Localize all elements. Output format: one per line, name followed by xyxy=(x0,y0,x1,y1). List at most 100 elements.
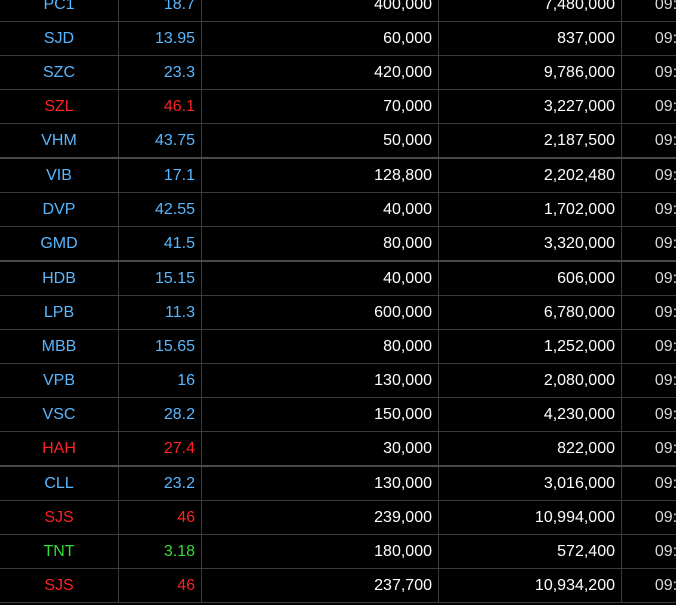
trade-time: 09:19:27 xyxy=(621,431,676,467)
trade-price: 42.55 xyxy=(118,192,202,227)
trade-price: 23.2 xyxy=(118,466,202,501)
table-row[interactable]: CLL23.2130,0003,016,00009:19:37 xyxy=(0,466,676,501)
trade-time: 09:18:33 xyxy=(621,329,676,364)
trade-value: 3,320,000 xyxy=(438,226,622,262)
stock-code: SJS xyxy=(0,500,119,535)
table-row[interactable]: VSC28.2150,0004,230,00009:19:00 xyxy=(0,397,676,432)
stock-code: SJD xyxy=(0,21,119,56)
trade-price: 23.3 xyxy=(118,55,202,90)
stock-code: HAH xyxy=(0,431,119,467)
table-row[interactable]: HAH27.430,000822,00009:19:27 xyxy=(0,431,676,467)
table-row[interactable]: VIB17.1128,8002,202,48009:14:24 xyxy=(0,158,676,193)
stock-code: SZL xyxy=(0,89,119,124)
trade-time: 09:04:43 xyxy=(621,0,676,22)
trade-price: 18.7 xyxy=(118,0,202,22)
trade-value: 2,202,480 xyxy=(438,158,622,193)
trade-price: 43.75 xyxy=(118,123,202,159)
stock-code: LPB xyxy=(0,295,119,330)
table-row[interactable]: TNT3.18180,000572,40009:32:40 xyxy=(0,534,676,569)
trade-value: 822,000 xyxy=(438,431,622,467)
stock-code: VPB xyxy=(0,363,119,398)
trade-value: 3,227,000 xyxy=(438,89,622,124)
trade-volume: 400,000 xyxy=(201,0,439,22)
trade-volume: 50,000 xyxy=(201,123,439,159)
trade-time: 09:08:09 xyxy=(621,123,676,159)
stock-code: VSC xyxy=(0,397,119,432)
trade-time: 09:33:08 xyxy=(621,568,676,603)
trade-price: 46.1 xyxy=(118,89,202,124)
table-row[interactable]: MBB15.6580,0001,252,00009:18:33 xyxy=(0,329,676,364)
trade-time: 09:19:00 xyxy=(621,397,676,432)
trade-value: 1,252,000 xyxy=(438,329,622,364)
trade-time: 09:32:13 xyxy=(621,500,676,535)
table-row[interactable]: SZC23.3420,0009,786,00009:06:04 xyxy=(0,55,676,90)
trade-volume: 30,000 xyxy=(201,431,439,467)
trade-volume: 180,000 xyxy=(201,534,439,569)
trade-price: 46 xyxy=(118,500,202,535)
trade-time: 09:32:40 xyxy=(621,534,676,569)
table-row[interactable]: VPB16130,0002,080,00009:18:43 xyxy=(0,363,676,398)
trade-log-grid: PC118.7400,0007,480,00009:04:43SJD13.956… xyxy=(0,0,676,605)
table-row[interactable]: VHM43.7550,0002,187,50009:08:09 xyxy=(0,123,676,159)
trade-time: 09:17:39 xyxy=(621,226,676,262)
trade-value: 3,016,000 xyxy=(438,466,622,501)
stock-code: SZC xyxy=(0,55,119,90)
table-row[interactable]: HDB15.1540,000606,00009:18:03 xyxy=(0,261,676,296)
trade-price: 28.2 xyxy=(118,397,202,432)
trade-price: 46 xyxy=(118,568,202,603)
stock-code: VIB xyxy=(0,158,119,193)
trade-time: 09:19:37 xyxy=(621,466,676,501)
table-row[interactable]: SJD13.9560,000837,00009:05:15 xyxy=(0,21,676,56)
table-row[interactable]: SJS46239,00010,994,00009:32:13 xyxy=(0,500,676,535)
trade-price: 41.5 xyxy=(118,226,202,262)
trade-price: 11.3 xyxy=(118,295,202,330)
trade-volume: 80,000 xyxy=(201,226,439,262)
table-row[interactable]: SZL46.170,0003,227,00009:07:39 xyxy=(0,89,676,124)
table-row[interactable]: PC118.7400,0007,480,00009:04:43 xyxy=(0,0,676,22)
trade-volume: 130,000 xyxy=(201,466,439,501)
stock-code: VHM xyxy=(0,123,119,159)
trade-log-rows: PC118.7400,0007,480,00009:04:43SJD13.956… xyxy=(0,0,676,603)
trade-volume: 600,000 xyxy=(201,295,439,330)
trade-price: 15.65 xyxy=(118,329,202,364)
trade-value: 4,230,000 xyxy=(438,397,622,432)
trade-value: 7,480,000 xyxy=(438,0,622,22)
trade-volume: 40,000 xyxy=(201,192,439,227)
trade-volume: 40,000 xyxy=(201,261,439,296)
trade-volume: 420,000 xyxy=(201,55,439,90)
trade-time: 09:06:04 xyxy=(621,55,676,90)
table-row[interactable]: LPB11.3600,0006,780,00009:18:17 xyxy=(0,295,676,330)
trade-time: 09:18:17 xyxy=(621,295,676,330)
trade-volume: 239,000 xyxy=(201,500,439,535)
trade-value: 572,400 xyxy=(438,534,622,569)
trade-log-table: PC118.7400,0007,480,00009:04:43SJD13.956… xyxy=(0,0,676,603)
table-row[interactable]: DVP42.5540,0001,702,00009:17:00 xyxy=(0,192,676,227)
stock-code: PC1 xyxy=(0,0,119,22)
trade-value: 1,702,000 xyxy=(438,192,622,227)
trade-value: 10,994,000 xyxy=(438,500,622,535)
trade-price: 17.1 xyxy=(118,158,202,193)
trade-time: 09:05:15 xyxy=(621,21,676,56)
trade-volume: 237,700 xyxy=(201,568,439,603)
trade-time: 09:14:24 xyxy=(621,158,676,193)
trade-time: 09:07:39 xyxy=(621,89,676,124)
table-row[interactable]: GMD41.580,0003,320,00009:17:39 xyxy=(0,226,676,262)
trade-value: 2,187,500 xyxy=(438,123,622,159)
trade-value: 9,786,000 xyxy=(438,55,622,90)
trade-price: 13.95 xyxy=(118,21,202,56)
stock-code: MBB xyxy=(0,329,119,364)
trade-value: 606,000 xyxy=(438,261,622,296)
trade-price: 3.18 xyxy=(118,534,202,569)
trade-volume: 128,800 xyxy=(201,158,439,193)
table-row[interactable]: SJS46237,70010,934,20009:33:08 xyxy=(0,568,676,603)
stock-code: CLL xyxy=(0,466,119,501)
stock-code: DVP xyxy=(0,192,119,227)
trade-volume: 150,000 xyxy=(201,397,439,432)
trade-value: 10,934,200 xyxy=(438,568,622,603)
stock-code: GMD xyxy=(0,226,119,262)
trade-volume: 60,000 xyxy=(201,21,439,56)
trade-price: 15.15 xyxy=(118,261,202,296)
stock-code: TNT xyxy=(0,534,119,569)
trade-value: 837,000 xyxy=(438,21,622,56)
trade-value: 6,780,000 xyxy=(438,295,622,330)
